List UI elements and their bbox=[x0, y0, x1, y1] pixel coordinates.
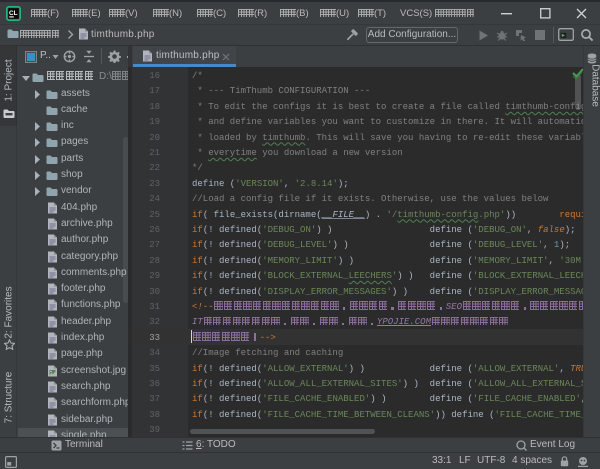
svg-text:CL: CL bbox=[9, 10, 18, 17]
